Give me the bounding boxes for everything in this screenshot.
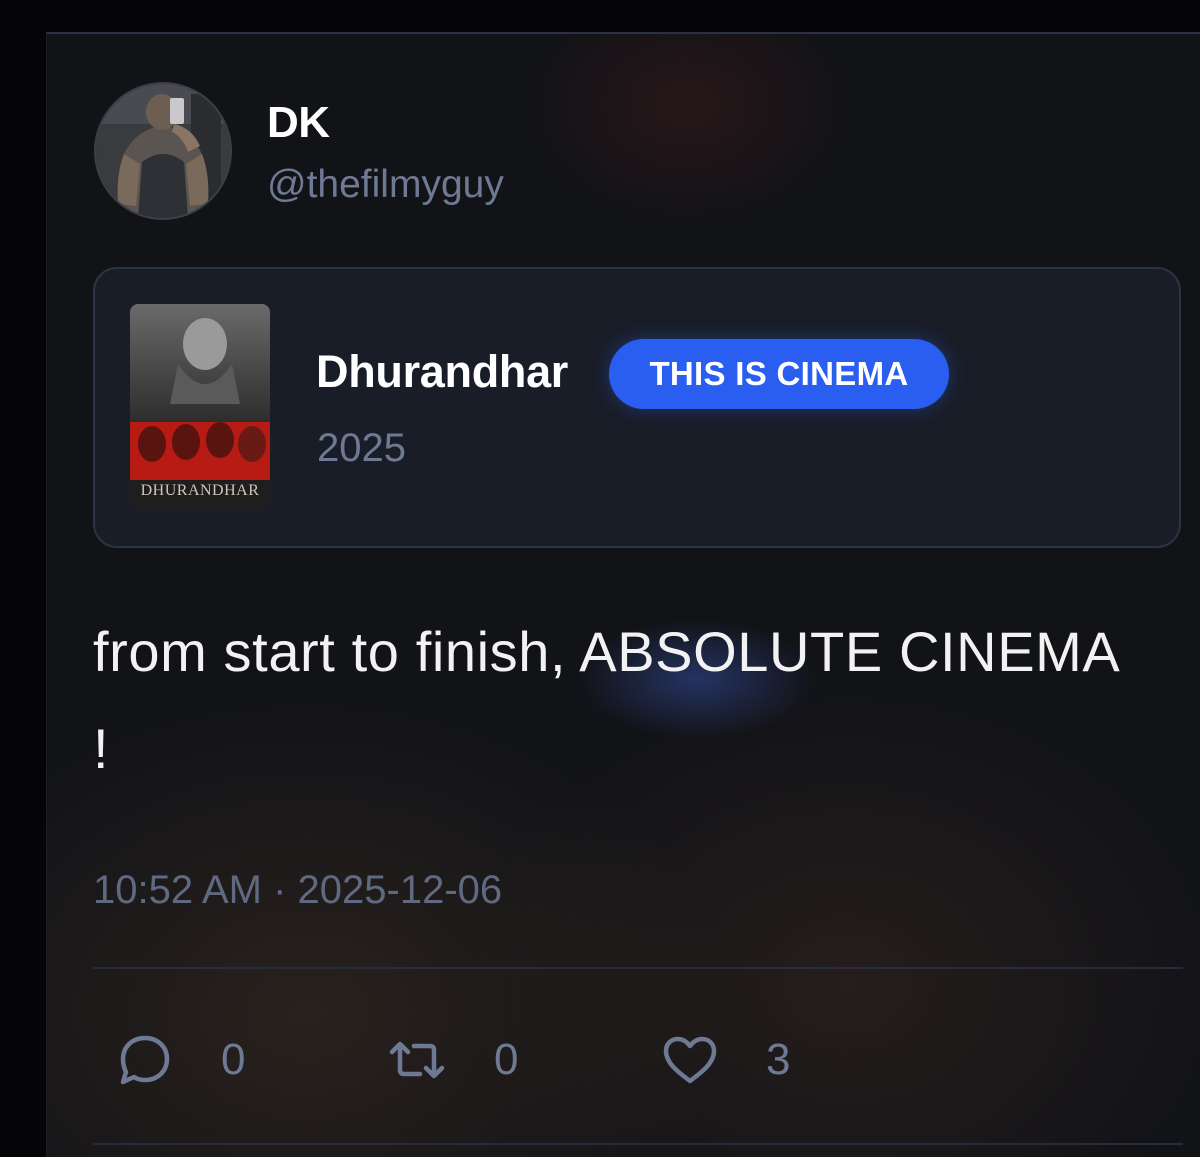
post-text: from start to finish, ABSOLUTE CINEMA ! [93,603,1193,797]
like-button[interactable]: 3 [662,1030,790,1090]
like-count: 3 [766,1035,791,1084]
heart-icon [662,1035,718,1085]
reply-button[interactable]: 0 [117,1030,245,1090]
post-panel [46,32,1200,1157]
movie-title[interactable]: Dhurandhar [316,346,568,398]
this-is-cinema-badge: THIS IS CINEMA [609,339,949,409]
repost-button[interactable]: 0 [388,1030,518,1090]
movie-poster-image [130,304,270,510]
post-text-line: from start to finish, ABSOLUTE CINEMA [93,620,1121,683]
reply-bubble-icon [117,1032,173,1088]
divider [93,967,1183,969]
divider [93,1143,1183,1145]
movie-year: 2025 [317,426,406,470]
reply-count: 0 [221,1035,246,1084]
author-avatar[interactable] [94,82,232,220]
repost-icon [388,1038,446,1082]
repost-count: 0 [494,1035,519,1084]
author-display-name[interactable]: DK [267,98,330,148]
movie-poster[interactable]: DHURANDHAR [130,304,270,510]
author-handle[interactable]: @thefilmyguy [267,163,504,207]
movie-poster-caption: DHURANDHAR [140,482,260,499]
avatar-photo [96,84,230,218]
post-text-line: ! [93,717,110,780]
post-timestamp: 10:52 AM · 2025-12-06 [93,868,503,912]
screen: DK @thefilmyguy DHURANDHAR Dhurandhar TH… [0,0,1200,1157]
